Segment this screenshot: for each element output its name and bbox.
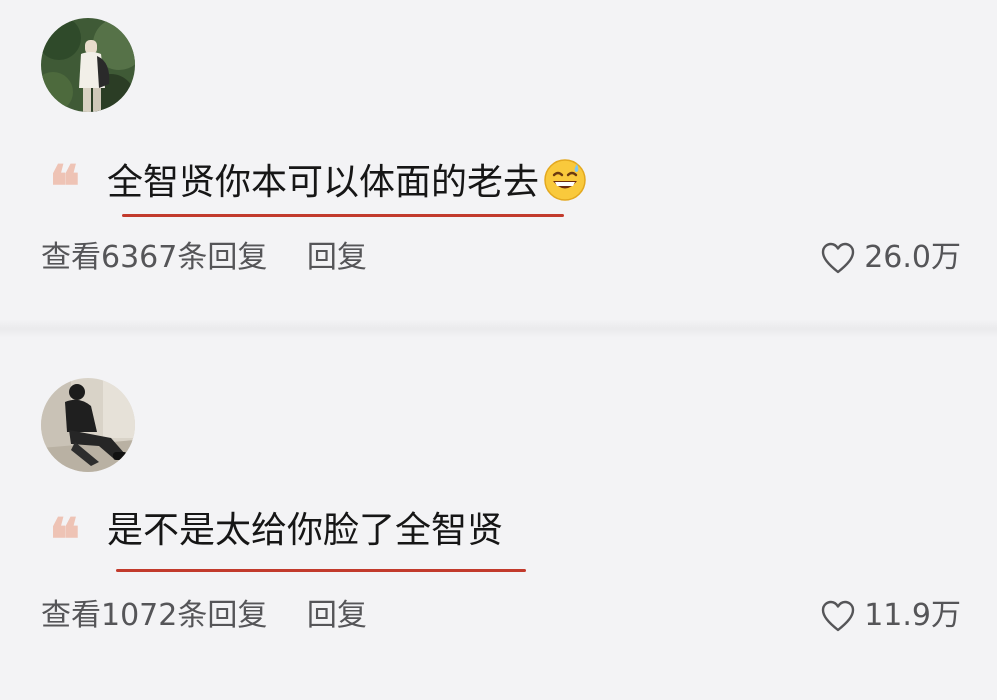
comment-meta: 查看6367条回复 回复: [41, 240, 367, 276]
like-button[interactable]: 26.0万: [820, 240, 961, 276]
like-button[interactable]: 11.9万: [820, 598, 961, 634]
avatar-photo: [41, 18, 135, 112]
quote-icon: ❝: [49, 153, 80, 221]
comment-card: ❝ 是不是太给你脸了全智贤 查看1072条回复 回复 11.9万: [0, 338, 997, 700]
view-replies-link[interactable]: 查看6367条回复: [41, 240, 267, 275]
view-replies-link[interactable]: 查看1072条回复: [41, 598, 267, 633]
heart-icon: [822, 600, 855, 632]
avatar-photo: [41, 378, 135, 472]
reply-button[interactable]: 回复: [307, 598, 367, 633]
comment-body: 是不是太给你脸了全智贤: [107, 510, 504, 551]
comment-text: 是不是太给你脸了全智贤: [107, 511, 503, 551]
comment-underline: [122, 214, 564, 217]
avatar[interactable]: [41, 378, 135, 472]
quote-icon: ❝: [49, 506, 80, 574]
comment-body: 全智贤你本可以体面的老去: [107, 162, 540, 203]
like-count: 26.0万: [864, 240, 961, 275]
heart-icon: [822, 242, 855, 274]
like-count: 11.9万: [864, 598, 961, 633]
comment-text: 全智贤你本可以体面的老去: [107, 158, 587, 203]
comment-card: ❝ 全智贤你本可以体面的老去 查看6367条回复 回复 26.0万: [0, 0, 997, 320]
avatar[interactable]: [41, 18, 135, 112]
comment-underline: [116, 569, 526, 572]
card-divider: [0, 320, 997, 338]
reply-button[interactable]: 回复: [307, 240, 367, 275]
comment-meta: 查看1072条回复 回复: [41, 598, 367, 634]
grinning-sweat-face-icon: [544, 159, 586, 201]
